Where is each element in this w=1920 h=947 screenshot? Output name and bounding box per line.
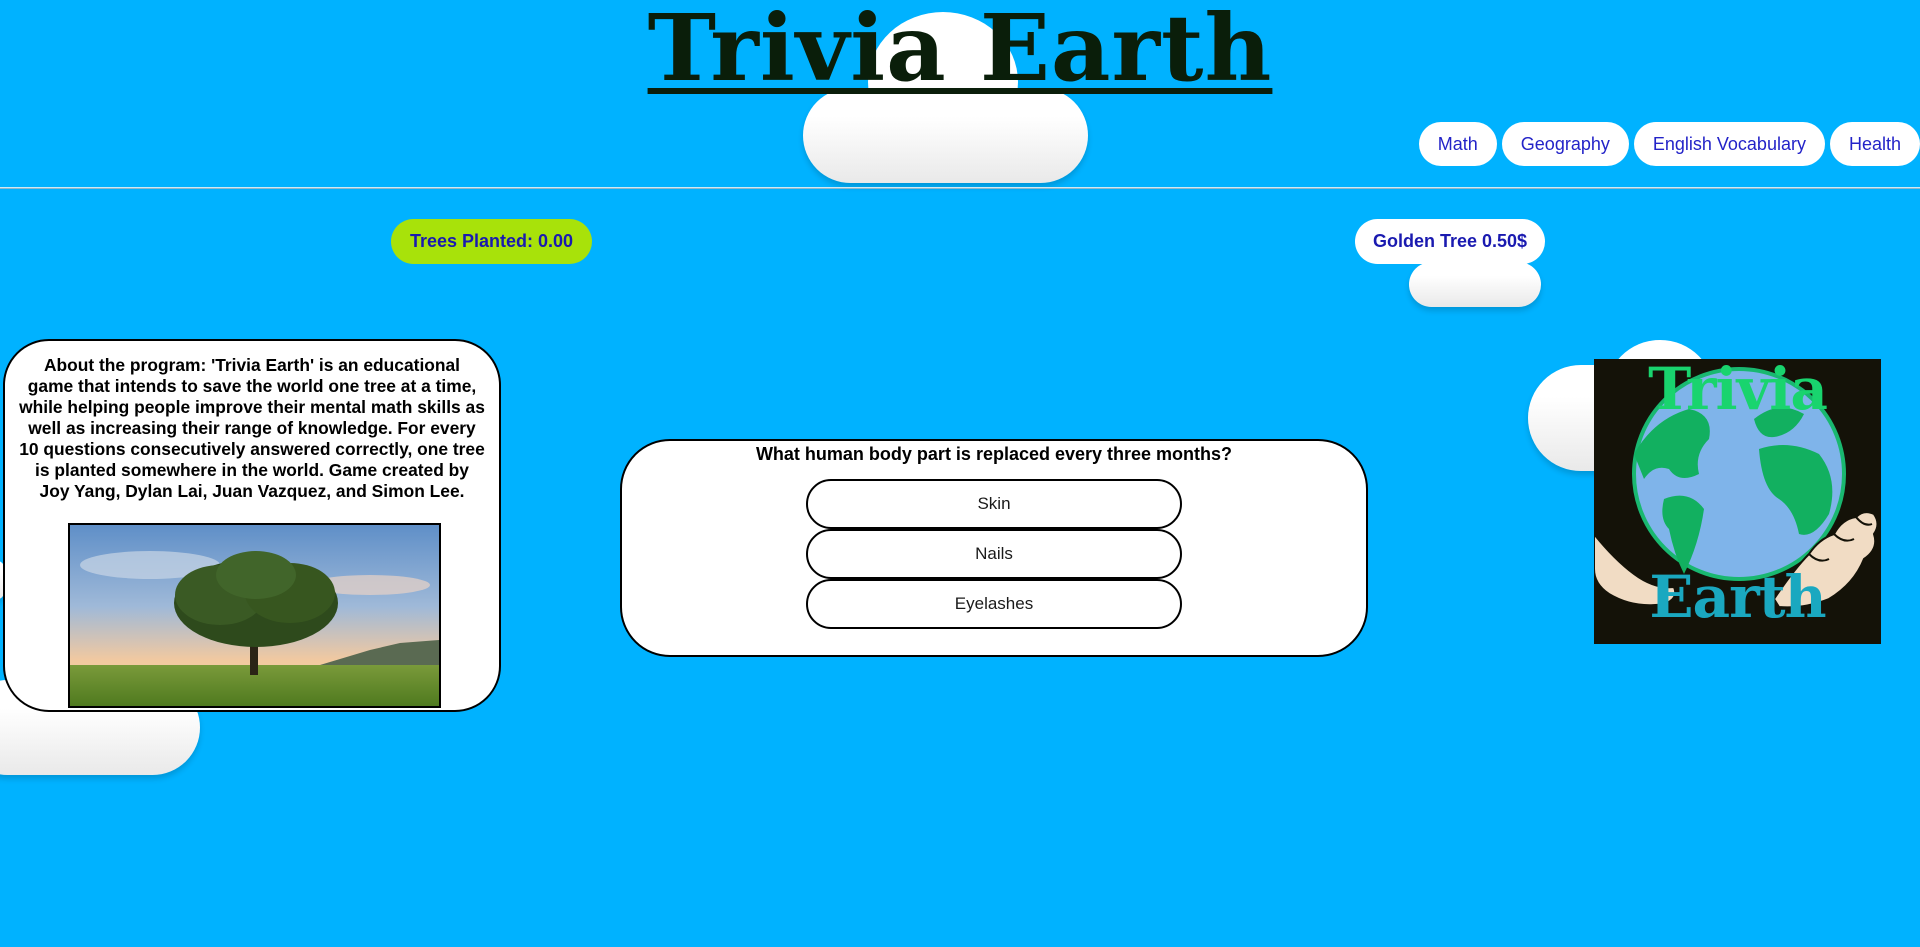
logo-top-word: Trivia (1648, 359, 1828, 423)
header-divider (0, 187, 1920, 189)
trivia-earth-logo: Trivia Earth (1594, 359, 1881, 644)
answer-button-nails[interactable]: Nails (806, 529, 1182, 579)
answer-button-eyelashes[interactable]: Eyelashes (806, 579, 1182, 629)
trees-planted-counter[interactable]: Trees Planted: 0.00 (391, 219, 592, 264)
site-title: Trivia Earth (647, 0, 1273, 102)
tree-photo (68, 523, 441, 708)
nav-geography-button[interactable]: Geography (1501, 122, 1629, 166)
question-text: What human body part is replaced every t… (755, 444, 1233, 464)
about-card: About the program: 'Trivia Earth' is an … (3, 339, 501, 712)
answer-button-skin[interactable]: Skin (806, 479, 1182, 529)
nav-english-vocabulary-button[interactable]: English Vocabulary (1633, 122, 1825, 166)
page: Trivia Earth Math Geography English Voca… (0, 0, 1920, 947)
nav-health-button[interactable]: Health (1829, 122, 1920, 166)
golden-tree-button[interactable]: Golden Tree 0.50$ (1355, 219, 1545, 264)
question-card: What human body part is replaced every t… (620, 439, 1368, 657)
about-text: About the program: 'Trivia Earth' is an … (19, 355, 485, 501)
category-nav: Math Geography English Vocabulary Health (1418, 122, 1920, 166)
nav-math-button[interactable]: Math (1418, 122, 1497, 166)
logo-bottom-word: Earth (1649, 563, 1826, 631)
